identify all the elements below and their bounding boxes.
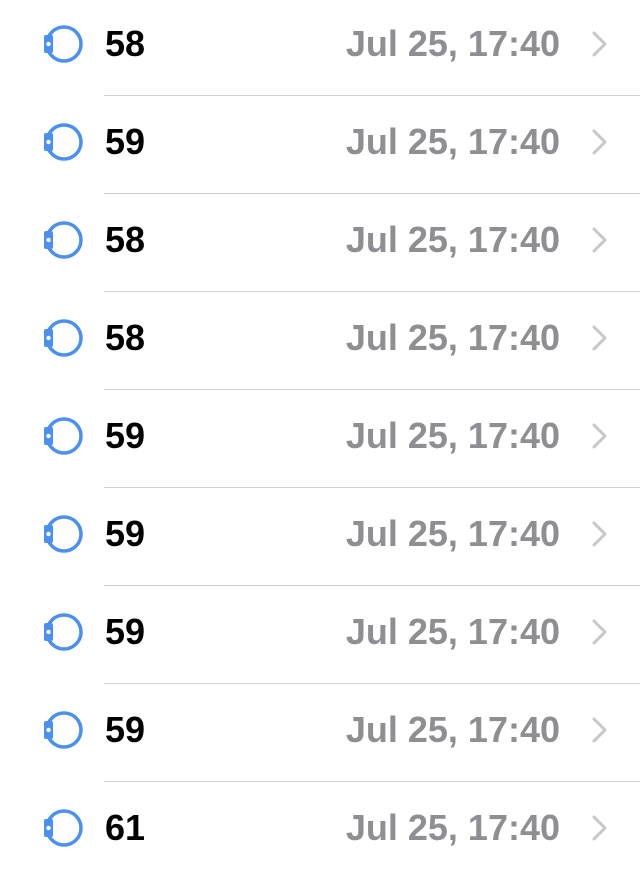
apple-watch-icon: [40, 316, 86, 360]
heart-rate-value: 59: [105, 611, 146, 652]
apple-watch-icon: [40, 806, 86, 850]
heart-rate-value: 59: [105, 415, 146, 456]
apple-watch-icon: [40, 22, 86, 66]
list-item[interactable]: 59 Jul 25, 17:40: [0, 586, 640, 684]
list-item[interactable]: 59 Jul 25, 17:40: [0, 390, 640, 488]
sample-timestamp: Jul 25, 17:40: [345, 219, 560, 260]
heart-rate-value: 61: [105, 807, 146, 848]
apple-watch-icon: [40, 610, 86, 654]
list-item[interactable]: 61 Jul 25, 17:40: [0, 782, 640, 880]
sample-timestamp: Jul 25, 17:40: [345, 317, 560, 358]
chevron-right-icon: [590, 324, 610, 352]
sample-timestamp: Jul 25, 17:40: [345, 121, 560, 162]
list-item[interactable]: 58 Jul 25, 17:40: [0, 0, 640, 96]
chevron-right-icon: [590, 814, 610, 842]
apple-watch-icon: [40, 708, 86, 752]
sample-timestamp: Jul 25, 17:40: [345, 807, 560, 848]
sample-timestamp: Jul 25, 17:40: [345, 513, 560, 554]
heart-rate-value: 58: [105, 23, 146, 64]
list-item[interactable]: 59 Jul 25, 17:40: [0, 684, 640, 782]
sample-timestamp: Jul 25, 17:40: [345, 709, 560, 750]
chevron-right-icon: [590, 716, 610, 744]
list-item[interactable]: 59 Jul 25, 17:40: [0, 96, 640, 194]
heart-rate-value: 58: [105, 317, 146, 358]
apple-watch-icon: [40, 218, 86, 262]
chevron-right-icon: [590, 422, 610, 450]
sample-timestamp: Jul 25, 17:40: [345, 23, 560, 64]
heart-rate-value: 59: [105, 121, 146, 162]
chevron-right-icon: [590, 520, 610, 548]
chevron-right-icon: [590, 30, 610, 58]
list-item[interactable]: 58 Jul 25, 17:40: [0, 194, 640, 292]
apple-watch-icon: [40, 414, 86, 458]
chevron-right-icon: [590, 128, 610, 156]
sample-timestamp: Jul 25, 17:40: [345, 611, 560, 652]
chevron-right-icon: [590, 618, 610, 646]
list-item[interactable]: 59 Jul 25, 17:40: [0, 488, 640, 586]
heart-rate-sample-list: 58 Jul 25, 17:40 59 Jul 25, 17:40 58 Jul…: [0, 0, 640, 872]
apple-watch-icon: [40, 120, 86, 164]
apple-watch-icon: [40, 512, 86, 556]
heart-rate-value: 58: [105, 219, 146, 260]
sample-timestamp: Jul 25, 17:40: [345, 415, 560, 456]
heart-rate-value: 59: [105, 513, 146, 554]
chevron-right-icon: [590, 226, 610, 254]
list-item[interactable]: 58 Jul 25, 17:40: [0, 292, 640, 390]
heart-rate-value: 59: [105, 709, 146, 750]
